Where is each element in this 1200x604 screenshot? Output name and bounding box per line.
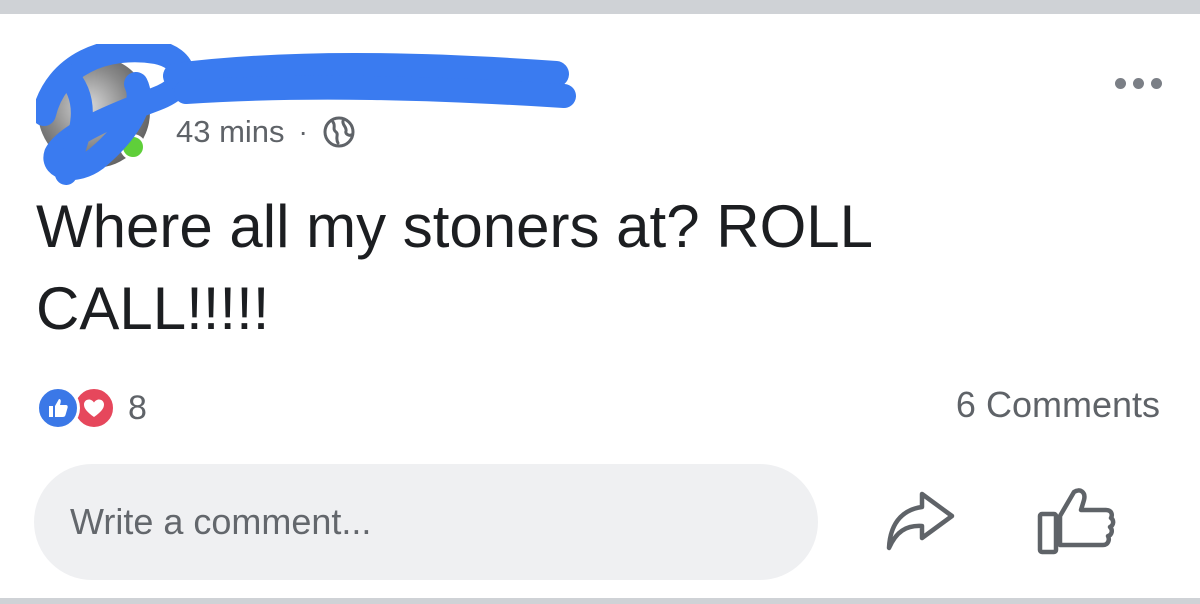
like-reaction-icon [36,386,80,430]
post-text: Where all my stoners at? ROLL CALL!!!!! [36,193,871,342]
more-dot [1151,78,1162,89]
more-options-icon[interactable] [1115,78,1162,89]
comment-input[interactable] [34,464,818,580]
author-header [36,44,576,185]
reaction-summary[interactable]: 8 [36,386,147,430]
globe-icon[interactable] [322,115,356,149]
share-arrow-icon[interactable] [884,488,956,554]
top-divider [0,0,1200,14]
more-dot [1133,78,1144,89]
reaction-count: 8 [128,388,147,427]
meta-separator: · [298,116,308,147]
more-dot [1115,78,1126,89]
bottom-divider [0,598,1200,604]
post-meta: 43 mins · [176,112,356,152]
comment-count-link[interactable]: 6 Comments [956,384,1160,426]
thumbs-up-icon[interactable] [1036,484,1116,556]
timestamp[interactable]: 43 mins [176,114,285,150]
